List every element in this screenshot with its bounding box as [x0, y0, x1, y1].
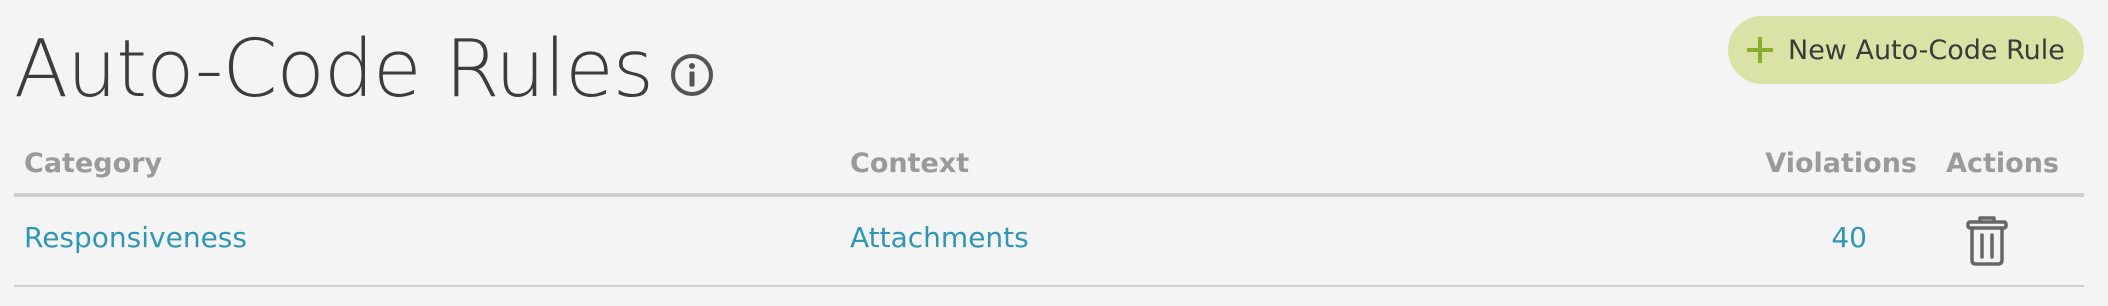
info-circle-icon[interactable]	[669, 52, 715, 98]
new-auto-code-rule-label: New Auto-Code Rule	[1788, 34, 2065, 66]
new-auto-code-rule-button[interactable]: New Auto-Code Rule	[1728, 16, 2084, 84]
page-title: Auto-Code Rules	[14, 23, 654, 115]
auto-code-rules-table: Category Context Violations Actions Resp…	[14, 138, 2084, 287]
trash-icon[interactable]	[1963, 215, 2011, 267]
title-row: Auto-Code Rules	[14, 30, 715, 109]
context-link[interactable]: Attachments	[850, 221, 1029, 254]
table-row: Responsiveness Attachments 40	[14, 197, 2084, 287]
plus-icon	[1746, 36, 1774, 64]
page: Auto-Code Rules New Auto-Code Rule Categ…	[0, 0, 2108, 306]
column-header-violations: Violations	[1765, 148, 1917, 179]
category-link[interactable]: Responsiveness	[24, 221, 247, 254]
column-header-context: Context	[850, 148, 970, 179]
column-header-category: Category	[24, 148, 163, 179]
column-header-actions: Actions	[1946, 148, 2059, 179]
table-header-row: Category Context Violations Actions	[14, 138, 2084, 197]
violations-count-link[interactable]: 40	[1831, 221, 1867, 254]
